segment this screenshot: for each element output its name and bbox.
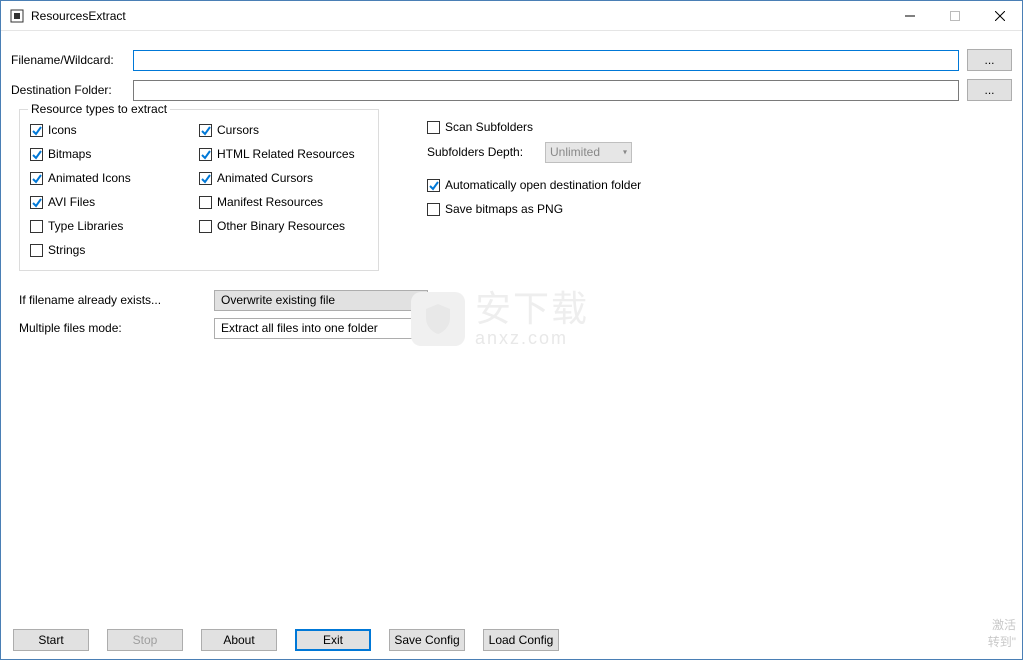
if-exists-label: If filename already exists... <box>19 293 214 307</box>
resource-type-label-strings: Strings <box>48 243 85 257</box>
scan-subfolders-label: Scan Subfolders <box>445 120 533 134</box>
subfolders-depth-label: Subfolders Depth: <box>427 145 545 159</box>
auto-open-label: Automatically open destination folder <box>445 178 641 192</box>
resource-type-checkbox-animated-cursors[interactable] <box>199 172 212 185</box>
resource-type-checkbox-icons[interactable] <box>30 124 43 137</box>
load-config-button[interactable]: Load Config <box>483 629 559 651</box>
resource-type-label-cursors: Cursors <box>217 123 259 137</box>
browse-filename-button[interactable]: ... <box>967 49 1012 71</box>
resource-type-label-bitmaps: Bitmaps <box>48 147 91 161</box>
resource-type-checkbox-other-binary-resources[interactable] <box>199 220 212 233</box>
save-png-label: Save bitmaps as PNG <box>445 202 563 216</box>
save-config-button[interactable]: Save Config <box>389 629 465 651</box>
browse-destination-button[interactable]: ... <box>967 79 1012 101</box>
multi-mode-value: Extract all files into one folder <box>221 321 378 335</box>
destination-label: Destination Folder: <box>11 83 133 97</box>
scan-subfolders-checkbox[interactable] <box>427 121 440 134</box>
resource-type-checkbox-cursors[interactable] <box>199 124 212 137</box>
close-button[interactable] <box>977 1 1022 30</box>
exit-button[interactable]: Exit <box>295 629 371 651</box>
fieldset-legend: Resource types to extract <box>28 102 170 116</box>
subfolders-depth-combo: Unlimited ▾ <box>545 142 632 163</box>
activation-hint: 激活 转到" <box>988 617 1016 651</box>
resource-types-fieldset: Resource types to extract IconsBitmapsAn… <box>19 109 379 271</box>
resource-type-checkbox-type-libraries[interactable] <box>30 220 43 233</box>
start-button[interactable]: Start <box>13 629 89 651</box>
stop-button: Stop <box>107 629 183 651</box>
maximize-button <box>932 1 977 30</box>
filename-label: Filename/Wildcard: <box>11 53 133 67</box>
resource-type-label-animated-icons: Animated Icons <box>48 171 131 185</box>
minimize-button[interactable] <box>887 1 932 30</box>
resource-type-checkbox-bitmaps[interactable] <box>30 148 43 161</box>
resource-type-checkbox-animated-icons[interactable] <box>30 172 43 185</box>
resource-type-label-type-libraries: Type Libraries <box>48 219 123 233</box>
save-png-checkbox[interactable] <box>427 203 440 216</box>
multi-mode-combo[interactable]: Extract all files into one folder <box>214 318 428 339</box>
app-icon <box>9 8 25 24</box>
subfolders-depth-value: Unlimited <box>550 145 600 159</box>
resource-type-label-other-binary-resources: Other Binary Resources <box>217 219 345 233</box>
resource-type-label-avi-files: AVI Files <box>48 195 95 209</box>
resource-type-checkbox-avi-files[interactable] <box>30 196 43 209</box>
filename-input[interactable] <box>133 50 959 71</box>
if-exists-value: Overwrite existing file <box>221 293 335 307</box>
auto-open-checkbox[interactable] <box>427 179 440 192</box>
resource-type-label-icons: Icons <box>48 123 77 137</box>
titlebar: ResourcesExtract <box>1 1 1022 31</box>
multi-mode-label: Multiple files mode: <box>19 321 214 335</box>
about-button[interactable]: About <box>201 629 277 651</box>
resource-type-checkbox-manifest-resources[interactable] <box>199 196 212 209</box>
resource-type-label-animated-cursors: Animated Cursors <box>217 171 313 185</box>
if-exists-combo[interactable]: Overwrite existing file ⌵ <box>214 290 428 311</box>
chevron-down-icon: ▾ <box>623 148 627 157</box>
destination-input[interactable] <box>133 80 959 101</box>
resource-type-checkbox-strings[interactable] <box>30 244 43 257</box>
resource-type-checkbox-html-related-resources[interactable] <box>199 148 212 161</box>
resource-type-label-html-related-resources: HTML Related Resources <box>217 147 355 161</box>
resource-type-label-manifest-resources: Manifest Resources <box>217 195 323 209</box>
chevron-down-icon: ⌵ <box>414 295 421 306</box>
window-title: ResourcesExtract <box>31 9 126 23</box>
